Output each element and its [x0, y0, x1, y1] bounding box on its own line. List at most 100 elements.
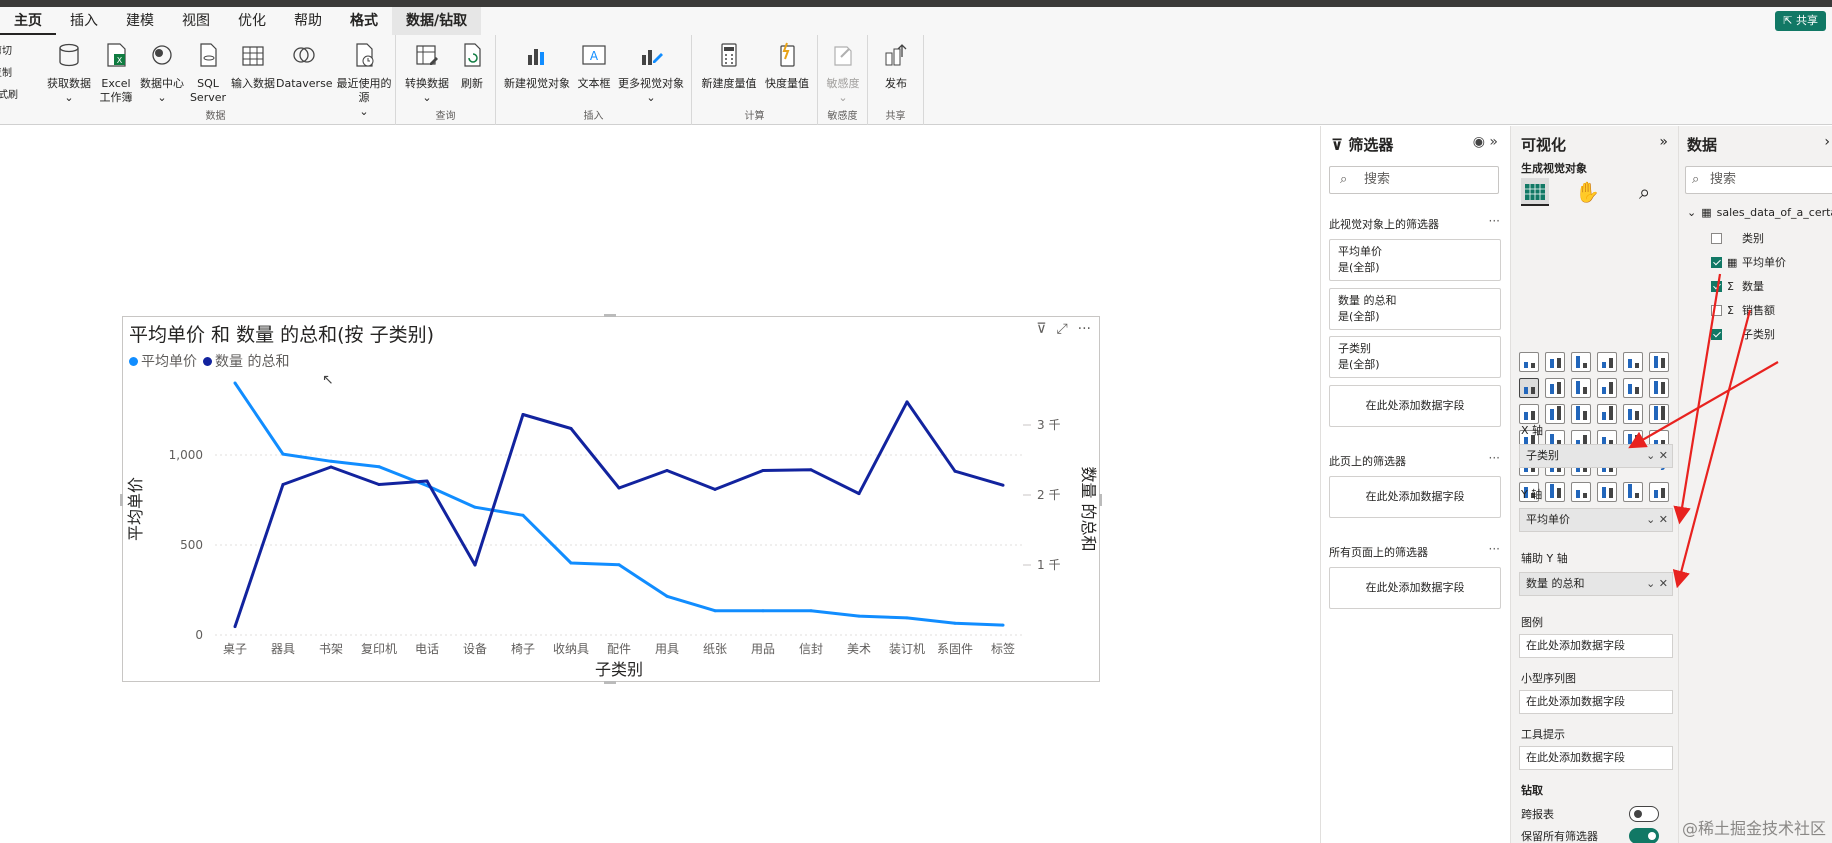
tab-data-drill[interactable]: 数据/钻取: [392, 7, 482, 35]
data-field-item[interactable]: 类别: [1711, 230, 1764, 246]
keep-filters-toggle[interactable]: [1629, 828, 1659, 843]
visual-type-icon[interactable]: [1545, 404, 1565, 424]
data-search-input[interactable]: ⌕ 搜索: [1685, 166, 1832, 194]
field-checkbox[interactable]: [1711, 232, 1722, 244]
recent-label: 最近使用的源: [336, 77, 392, 104]
textbox-button[interactable]: A 文本框: [574, 41, 614, 91]
visual-type-icon[interactable]: [1649, 378, 1669, 398]
build-visual-tab[interactable]: [1521, 178, 1549, 206]
y-axis-well[interactable]: 平均单价 ⌄ ✕: [1519, 508, 1673, 532]
secondary-y-axis-well[interactable]: 数量 的总和 ⌄ ✕: [1519, 572, 1673, 596]
data-field-item[interactable]: Σ 销售额: [1711, 302, 1775, 318]
filter-card-avg-price[interactable]: 平均单价 是(全部): [1329, 239, 1501, 281]
new-visual-button[interactable]: 新建视觉对象: [500, 41, 574, 91]
field-checkbox[interactable]: [1711, 256, 1722, 268]
x-axis-well[interactable]: 子类别 ⌄ ✕: [1519, 444, 1673, 468]
chevron-close-icon[interactable]: ⌄ ✕: [1646, 445, 1668, 467]
publish-button[interactable]: 发布: [874, 41, 918, 91]
chevron-close-icon[interactable]: ⌄ ✕: [1646, 573, 1668, 595]
visual-type-icon[interactable]: [1519, 404, 1539, 424]
visual-type-icon[interactable]: [1649, 404, 1669, 424]
table-node[interactable]: ⌄ ▦ sales_data_of_a_certain: [1687, 206, 1832, 219]
resize-handle-left[interactable]: [120, 494, 123, 506]
visual-type-icon[interactable]: [1649, 482, 1669, 502]
visual-type-icon[interactable]: [1545, 352, 1565, 372]
filters-search-input[interactable]: ⌕ 搜索: [1329, 166, 1499, 194]
visual-type-icon[interactable]: [1519, 378, 1539, 398]
more-icon[interactable]: ···: [1489, 542, 1500, 556]
data-field-item[interactable]: 子类别: [1711, 326, 1775, 342]
legend-well[interactable]: 在此处添加数据字段: [1519, 634, 1673, 658]
tab-help[interactable]: 帮助: [280, 7, 336, 35]
transform-data-button[interactable]: 转换数据 ⌄: [402, 41, 452, 105]
refresh-button[interactable]: 刷新: [454, 41, 490, 91]
dataverse-button[interactable]: Dataverse: [276, 41, 333, 91]
tab-insert[interactable]: 插入: [56, 7, 112, 35]
tab-home[interactable]: 主页: [0, 7, 56, 35]
visual-type-icon[interactable]: [1545, 482, 1565, 502]
sql-server-button[interactable]: SQL Server: [188, 41, 228, 105]
collapse-icon[interactable]: »: [1659, 134, 1668, 150]
get-data-button[interactable]: 获取数据 ⌄: [44, 41, 94, 105]
resize-handle-top[interactable]: [604, 314, 616, 317]
collapse-icon[interactable]: ›: [1824, 134, 1830, 150]
tooltips-well[interactable]: 在此处添加数据字段: [1519, 746, 1673, 770]
filters-pane: ⊽ 筛选器 ◉ » ⌕ 搜索 此视觉对象上的筛选器 ··· 平均单价 是(全部) 数…: [1320, 126, 1510, 843]
filter-card-qty-sum[interactable]: 数量 的总和 是(全部): [1329, 288, 1501, 330]
data-hub-button[interactable]: 数据中心 ⌄: [136, 41, 188, 105]
field-checkbox[interactable]: [1711, 304, 1722, 316]
filter-card-subcategory[interactable]: 子类别 是(全部): [1329, 336, 1501, 378]
quick-measure-button[interactable]: 快度量值: [760, 41, 814, 91]
visual-type-icon[interactable]: [1519, 352, 1539, 372]
visual-type-icon[interactable]: [1571, 482, 1591, 502]
small-multiples-well[interactable]: 在此处添加数据字段: [1519, 690, 1673, 714]
visual-type-icon[interactable]: [1597, 404, 1617, 424]
format-painter-button[interactable]: 格式刷: [0, 85, 18, 107]
sensitivity-button[interactable]: 敏感度 ⌄: [822, 41, 864, 105]
more-visuals-button[interactable]: 更多视觉对象 ⌄: [614, 41, 688, 105]
new-measure-button[interactable]: 新建度量值: [698, 41, 760, 91]
visual-type-icon[interactable]: [1545, 378, 1565, 398]
visual-type-icon[interactable]: [1623, 482, 1643, 502]
visual-type-icon[interactable]: [1597, 482, 1617, 502]
resize-handle-right[interactable]: [1099, 494, 1102, 506]
icon-glyph: [1635, 493, 1639, 498]
more-icon[interactable]: ···: [1489, 214, 1500, 228]
visual-type-icon[interactable]: [1571, 378, 1591, 398]
tab-view[interactable]: 视图: [168, 7, 224, 35]
visual-type-icon[interactable]: [1597, 352, 1617, 372]
filters-visual-drop-zone[interactable]: 在此处添加数据字段: [1329, 385, 1501, 427]
cut-button[interactable]: 剪切: [0, 41, 18, 63]
visual-type-icon[interactable]: [1571, 404, 1591, 424]
cross-report-toggle[interactable]: [1629, 806, 1659, 822]
eye-icon[interactable]: ◉ »: [1473, 134, 1498, 150]
tab-optimize[interactable]: 优化: [224, 7, 280, 35]
tab-modeling[interactable]: 建模: [112, 7, 168, 35]
chevron-close-icon[interactable]: ⌄ ✕: [1646, 509, 1668, 531]
visual-type-icon[interactable]: [1623, 404, 1643, 424]
copy-button[interactable]: 复制: [0, 63, 18, 85]
data-field-item[interactable]: Σ 数量: [1711, 278, 1764, 294]
search-icon: ⌕: [1340, 172, 1348, 187]
share-button[interactable]: ⇱ 共享: [1775, 11, 1826, 31]
tab-format[interactable]: 格式: [336, 7, 392, 35]
format-visual-icon[interactable]: ✋: [1575, 180, 1600, 204]
more-icon[interactable]: ···: [1489, 451, 1500, 465]
field-checkbox[interactable]: [1711, 328, 1722, 340]
report-canvas[interactable]: 平均单价 和 数量 的总和(按 子类别) 平均单价 数量 的总和 ⊽ ⤢ ···…: [0, 126, 1320, 843]
filters-page-drop-zone[interactable]: 在此处添加数据字段: [1329, 476, 1501, 518]
visual-type-icon[interactable]: [1623, 378, 1643, 398]
visual-type-icon[interactable]: [1571, 352, 1591, 372]
filter-card-state: 是(全部): [1338, 358, 1380, 371]
analytics-icon[interactable]: ⌕: [1639, 180, 1650, 204]
visual-type-icon[interactable]: [1597, 378, 1617, 398]
excel-workbook-button[interactable]: X Excel 工作簿: [96, 41, 136, 105]
enter-data-button[interactable]: 输入数据: [228, 41, 278, 91]
line-chart-visual[interactable]: 平均单价 和 数量 的总和(按 子类别) 平均单价 数量 的总和 ⊽ ⤢ ···…: [122, 316, 1100, 682]
field-checkbox[interactable]: [1711, 280, 1722, 292]
resize-handle-bottom[interactable]: [604, 681, 616, 684]
visual-type-icon[interactable]: [1623, 352, 1643, 372]
filters-all-drop-zone[interactable]: 在此处添加数据字段: [1329, 567, 1501, 609]
visual-type-icon[interactable]: [1649, 352, 1669, 372]
data-field-item[interactable]: ▦ 平均单价: [1711, 254, 1786, 270]
